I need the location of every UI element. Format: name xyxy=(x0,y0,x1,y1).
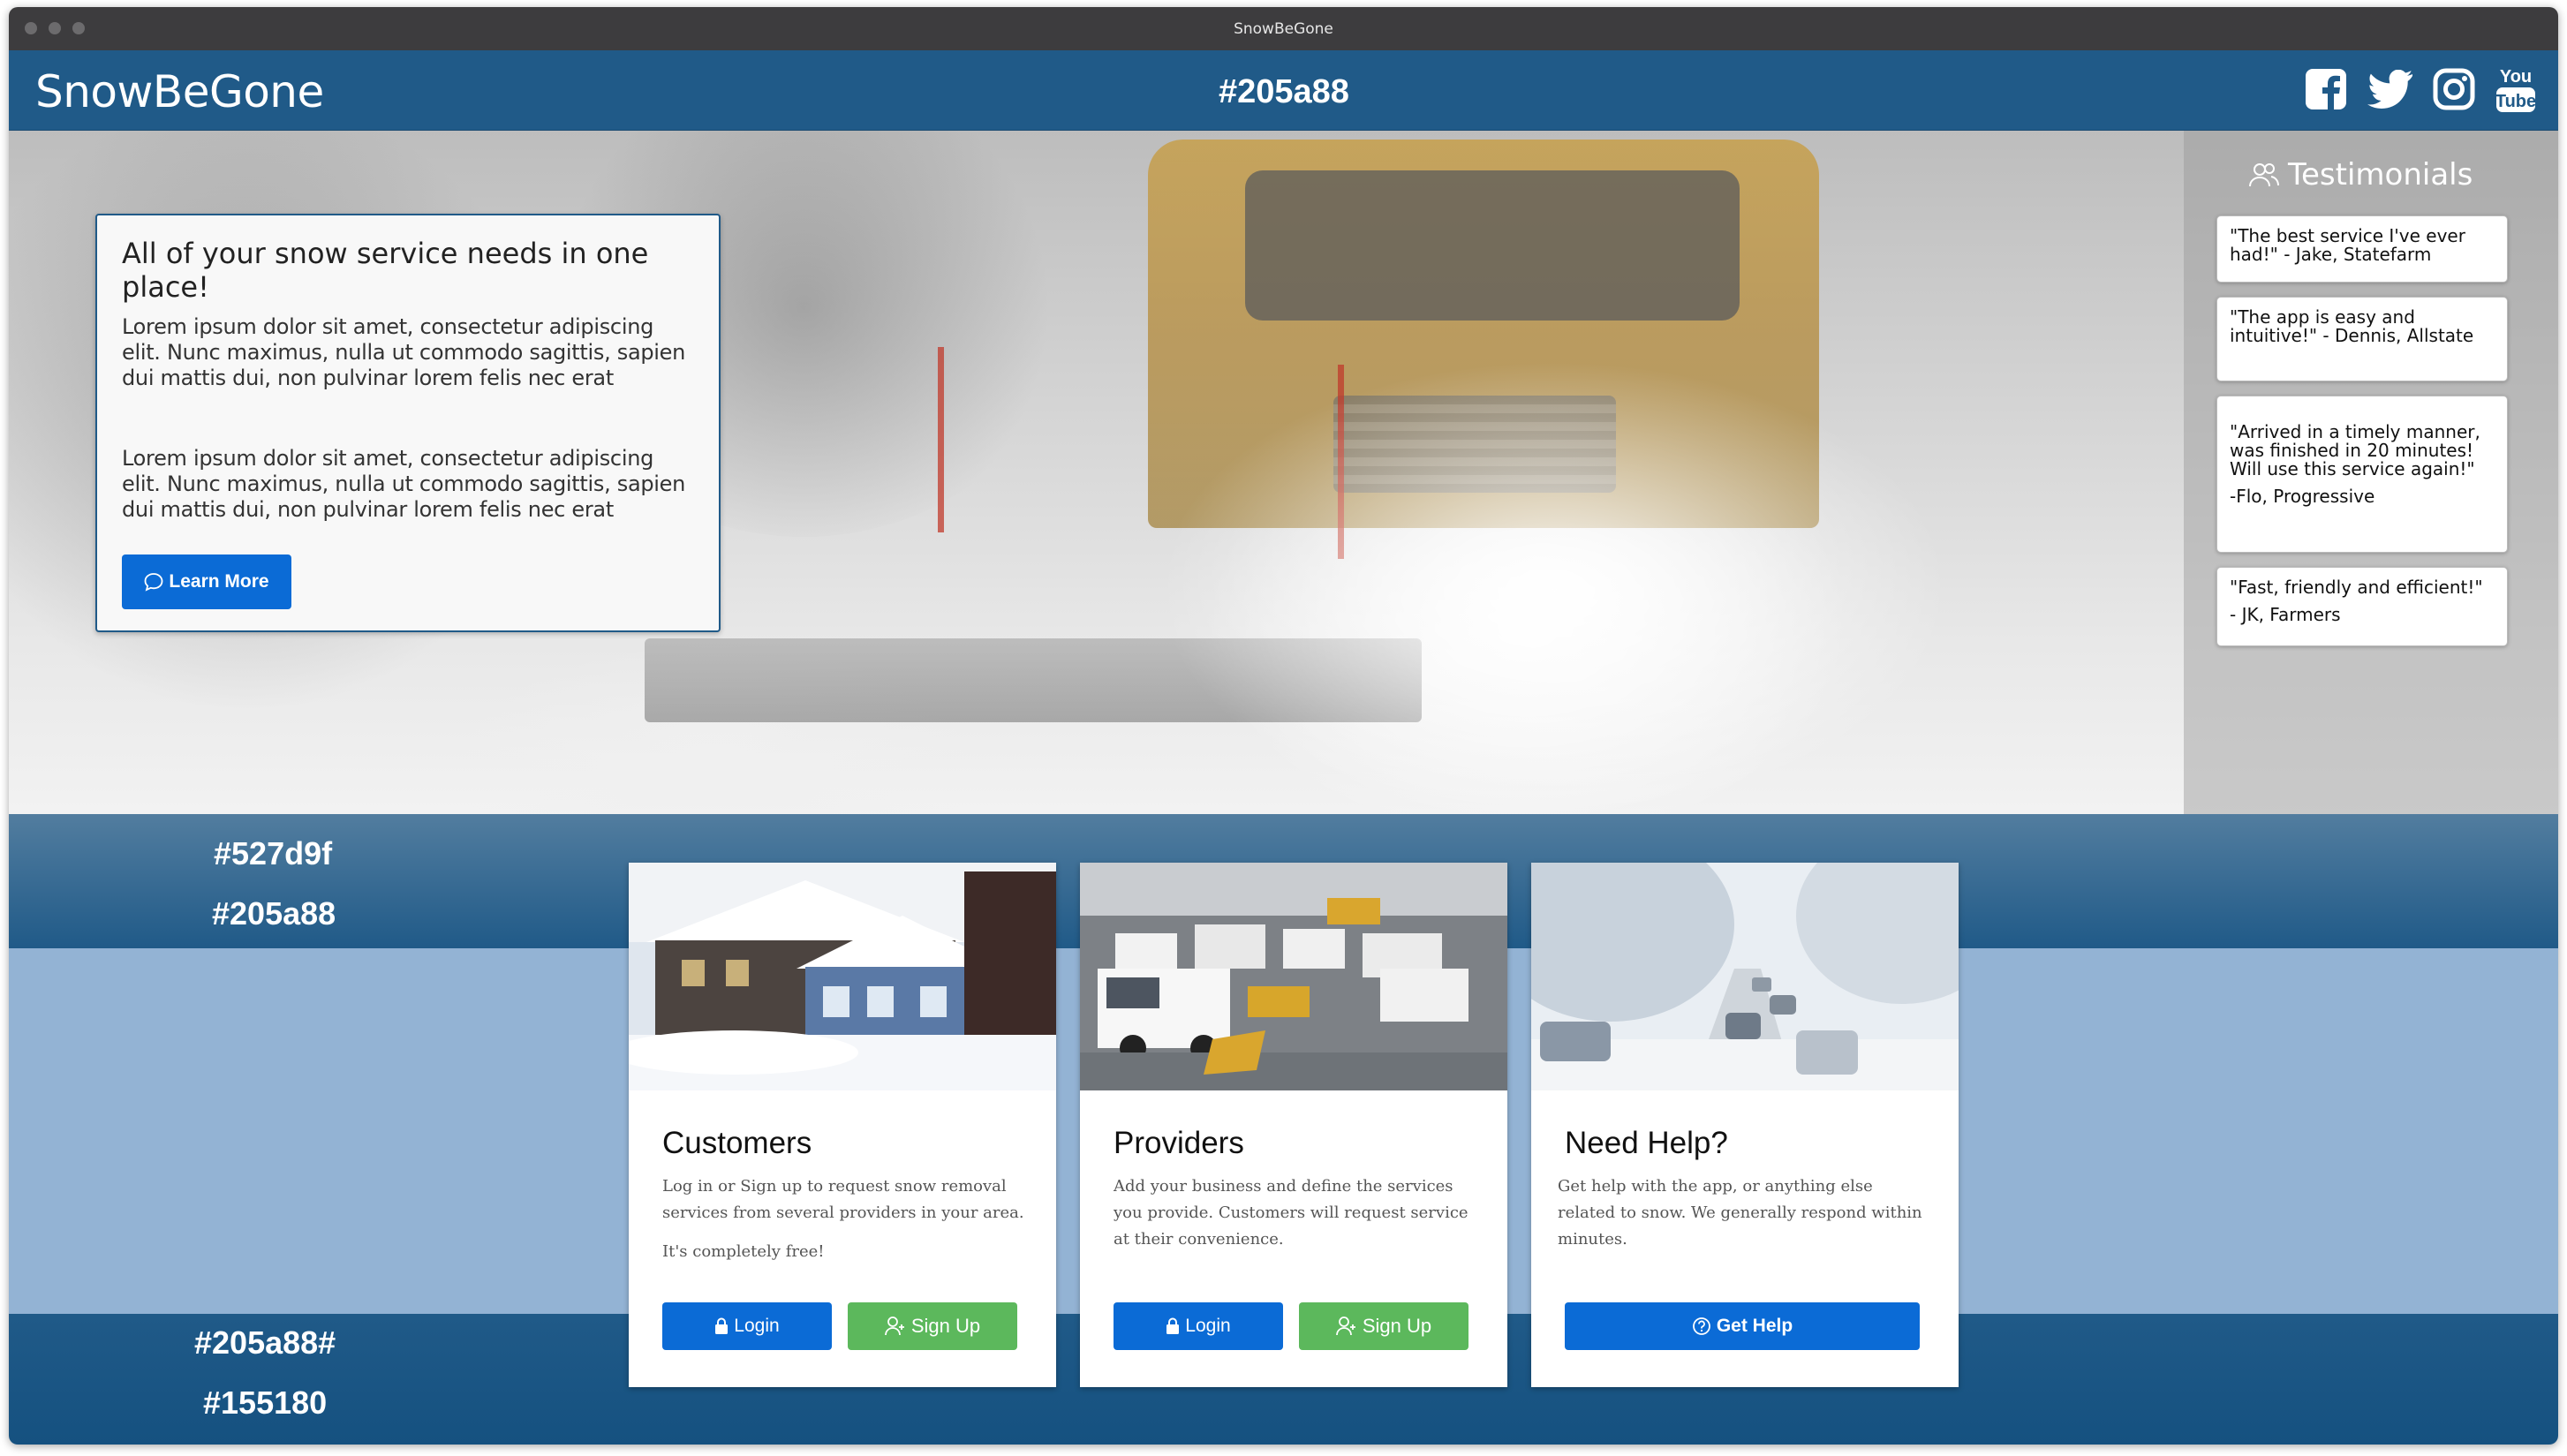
get-help-button[interactable]: Get Help xyxy=(1565,1302,1920,1350)
testimonial-card: "Arrived in a timely manner, was finishe… xyxy=(2216,396,2508,553)
help-description: Get help with the app, or anything else … xyxy=(1558,1177,1922,1249)
band-bottom-color-label-1: #205a88# xyxy=(194,1324,336,1361)
provider-login-label: Login xyxy=(1185,1316,1231,1336)
customer-signup-button[interactable]: Sign Up xyxy=(848,1302,1017,1350)
band-top-color-label-2: #205a88 xyxy=(212,895,336,932)
providers-title: Providers xyxy=(1114,1126,1244,1160)
social-links: You Tube xyxy=(2304,64,2537,114)
youtube-icon[interactable]: You Tube xyxy=(2495,64,2537,114)
snow-spray xyxy=(1157,360,1952,814)
user-add-icon xyxy=(1335,1316,1355,1336)
customers-card: Customers Log in or Sign up to request s… xyxy=(629,863,1056,1387)
maximize-window-button[interactable] xyxy=(72,22,85,34)
band-bottom-color-label-2: #155180 xyxy=(203,1384,328,1421)
get-help-label: Get Help xyxy=(1716,1316,1793,1336)
help-card: Need Help? Get help with the app, or any… xyxy=(1531,863,1959,1387)
snowy-houses-image xyxy=(629,863,1056,1090)
twitter-icon[interactable] xyxy=(2367,70,2413,109)
users-icon xyxy=(2249,163,2279,187)
customer-login-label: Login xyxy=(734,1316,780,1336)
youtube-icon-text-bottom: Tube xyxy=(2495,92,2536,111)
testimonial-author: - JK, Farmers xyxy=(2230,604,2341,625)
testimonial-card: "The app is easy and intuitive!" - Denni… xyxy=(2216,297,2508,381)
testimonial-card: "The best service I've ever had!" - Jake… xyxy=(2216,215,2508,283)
top-navbar: SnowBeGone #205a88 You Tube xyxy=(9,50,2558,132)
band-top-color-label-1: #527d9f xyxy=(214,835,333,871)
lock-icon xyxy=(715,1317,729,1334)
testimonial-quote: "The app is easy and intuitive!" - Denni… xyxy=(2230,306,2474,346)
window-controls xyxy=(25,22,85,34)
snowplow-windshield xyxy=(1245,170,1740,321)
hero-heading: All of your snow service needs in one pl… xyxy=(122,237,649,304)
hero-paragraph-1: Lorem ipsum dolor sit amet, consectetur … xyxy=(122,314,686,390)
navbar-color-label: #205a88 xyxy=(1219,73,1349,110)
providers-description: Add your business and define the service… xyxy=(1114,1177,1468,1249)
testimonials-title: Testimonials xyxy=(2288,157,2473,192)
minimize-window-button[interactable] xyxy=(49,22,61,34)
testimonial-quote: "Fast, friendly and efficient!" xyxy=(2230,577,2483,598)
provider-signup-label: Sign Up xyxy=(1362,1315,1432,1337)
customer-login-button[interactable]: Login xyxy=(662,1302,832,1350)
intro-card: All of your snow service needs in one pl… xyxy=(95,214,721,632)
youtube-icon-text-top: You xyxy=(2500,67,2532,87)
window-title: SnowBeGone xyxy=(1234,19,1333,38)
customers-note: It's completely free! xyxy=(662,1242,825,1261)
testimonial-card: "Fast, friendly and efficient!" - JK, Fa… xyxy=(2216,567,2508,646)
testimonial-author: -Flo, Progressive xyxy=(2230,486,2375,507)
window-titlebar: SnowBeGone xyxy=(9,7,2558,50)
providers-card: Providers Add your business and define t… xyxy=(1080,863,1507,1387)
question-circle-icon xyxy=(1692,1317,1710,1335)
provider-login-button[interactable]: Login xyxy=(1114,1302,1283,1350)
testimonial-quote: "The best service I've ever had!" - Jake… xyxy=(2230,225,2465,265)
brand-logo[interactable]: SnowBeGone xyxy=(35,66,324,117)
customers-description: Log in or Sign up to request snow remova… xyxy=(662,1177,1024,1222)
instagram-icon[interactable] xyxy=(2433,68,2475,110)
learn-more-button[interactable]: Learn More xyxy=(122,554,291,609)
testimonial-quote: "Arrived in a timely manner, was finishe… xyxy=(2230,421,2480,479)
close-window-button[interactable] xyxy=(25,22,37,34)
plow-fleet-image xyxy=(1080,863,1507,1090)
provider-signup-button[interactable]: Sign Up xyxy=(1299,1302,1468,1350)
customers-title: Customers xyxy=(662,1126,812,1160)
lock-icon xyxy=(1166,1317,1180,1334)
browser-window: SnowBeGone SnowBeGone #205a88 You Tube A… xyxy=(9,7,2558,1445)
customer-signup-label: Sign Up xyxy=(910,1315,981,1337)
plow-marker-pole xyxy=(938,347,944,532)
testimonials-heading: Testimonials xyxy=(2249,157,2473,192)
facebook-icon[interactable] xyxy=(2304,67,2348,111)
help-title: Need Help? xyxy=(1565,1126,1728,1160)
hero-paragraph-2: Lorem ipsum dolor sit amet, consectetur … xyxy=(122,446,686,522)
hero-section: All of your snow service needs in one pl… xyxy=(9,131,2558,814)
user-add-icon xyxy=(884,1316,904,1336)
chat-bubble-icon xyxy=(144,573,163,592)
learn-more-label: Learn More xyxy=(169,571,269,592)
snowy-road-image xyxy=(1531,863,1959,1090)
